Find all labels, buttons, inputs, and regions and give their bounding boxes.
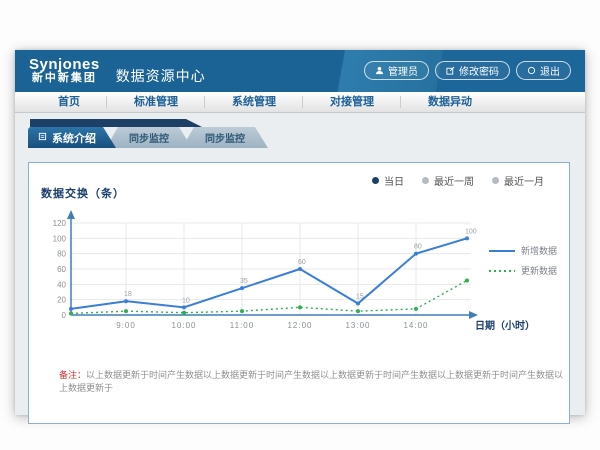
chart-container: 0 20 40 60 80 100 120 9:00 10:00 11:00 12:00 13:00 1… xyxy=(37,203,567,358)
nav-item-system[interactable]: 系统管理 xyxy=(205,92,303,112)
x-axis-title: 日期（小时） xyxy=(475,319,535,332)
radio-last-week[interactable]: 最近一周 xyxy=(422,173,474,188)
x-tick-label: 13:00 xyxy=(345,321,370,330)
y-axis-title: 数据交换（条） xyxy=(41,185,125,201)
data-point xyxy=(182,305,186,309)
y-tick-label: 100 xyxy=(53,234,67,243)
main-nav: 首页 标准管理 系统管理 对接管理 数据异动 xyxy=(15,92,585,113)
data-point xyxy=(240,286,244,290)
nav-item-integration[interactable]: 对接管理 xyxy=(303,92,401,112)
y-tick-label: 20 xyxy=(57,296,66,305)
app-window: Synjones 新中新集团 数据资源中心 管理员 修改密码 退出 xyxy=(15,50,585,415)
tab-sync-monitor-2[interactable]: 同步监控 xyxy=(182,127,268,148)
radio-today[interactable]: 当日 xyxy=(372,173,404,188)
radio-dot xyxy=(372,177,379,184)
footnote: 备注：以上数据更新于时间产生数据以上数据更新于时间产生数据以上数据更新于时间产生… xyxy=(59,368,569,394)
legend-label: 新增数据 xyxy=(521,245,557,256)
point-label: 10 xyxy=(182,297,190,304)
user-icon xyxy=(375,66,384,75)
x-tick-label: 10:00 xyxy=(171,321,196,330)
point-label: 100 xyxy=(465,228,477,235)
x-tick-label: 9:00 xyxy=(116,321,136,330)
point-label: 60 xyxy=(298,259,306,266)
point-label: 15 xyxy=(356,294,364,301)
admin-user-label: 管理员 xyxy=(388,63,418,78)
document-icon xyxy=(38,132,47,144)
logout-label: 退出 xyxy=(540,63,560,78)
nav-item-standards[interactable]: 标准管理 xyxy=(107,92,205,112)
radio-label: 最近一月 xyxy=(504,173,544,188)
data-point xyxy=(414,307,418,311)
x-axis-arrow xyxy=(469,311,478,319)
nav-item-home[interactable]: 首页 xyxy=(31,92,107,112)
data-point xyxy=(298,305,302,309)
tab-label: 同步监控 xyxy=(129,130,169,145)
tab-label: 系统介绍 xyxy=(52,130,96,146)
data-point xyxy=(414,252,418,256)
admin-user-button[interactable]: 管理员 xyxy=(364,61,429,80)
nav-item-data-changes[interactable]: 数据异动 xyxy=(401,92,499,112)
series-line-新增数据 xyxy=(71,238,467,309)
chart-panel: 当日 最近一周 最近一月 数据交换（条） 0 20 40 60 80 100 120 9:00… xyxy=(28,162,570,424)
radio-dot xyxy=(422,177,429,184)
data-point xyxy=(69,307,73,311)
logout-button[interactable]: 退出 xyxy=(516,61,571,80)
brand-logo-cn: 新中新集团 xyxy=(29,73,100,85)
data-point xyxy=(356,309,360,313)
data-point xyxy=(298,267,302,271)
point-label: 18 xyxy=(124,291,132,298)
data-point xyxy=(240,309,244,313)
tab-label: 同步监控 xyxy=(205,130,245,145)
data-point xyxy=(69,311,73,315)
line-chart: 0 20 40 60 80 100 120 9:00 10:00 11:00 12:00 13:00 1… xyxy=(37,203,567,353)
header-actions: 管理员 修改密码 退出 xyxy=(364,61,571,80)
change-password-button[interactable]: 修改密码 xyxy=(435,61,510,80)
radio-last-month[interactable]: 最近一月 xyxy=(492,173,544,188)
data-point xyxy=(465,279,469,283)
app-header: Synjones 新中新集团 数据资源中心 管理员 修改密码 退出 xyxy=(15,50,585,92)
page-title: 数据资源中心 xyxy=(116,66,206,86)
data-point xyxy=(356,302,360,306)
data-point xyxy=(465,236,469,240)
x-tick-label: 11:00 xyxy=(230,321,254,330)
brand-logo: Synjones 新中新集团 xyxy=(29,57,100,84)
y-axis-arrow xyxy=(67,210,75,219)
time-range-radio-group: 当日 最近一周 最近一月 xyxy=(372,173,544,188)
y-tick-label: 0 xyxy=(62,311,67,320)
legend-label: 更新数据 xyxy=(521,265,557,276)
tab-bar: 系统介绍 同步监控 同步监控 xyxy=(28,127,570,148)
edit-icon xyxy=(446,66,455,75)
content-area: 系统介绍 同步监控 同步监控 当日 最近一周 xyxy=(15,127,585,429)
y-tick-label: 120 xyxy=(53,219,67,228)
x-tick-label: 14:00 xyxy=(403,321,428,330)
point-label: 35 xyxy=(240,278,248,285)
tab-sync-monitor-1[interactable]: 同步监控 xyxy=(106,127,192,148)
footnote-text: 以上数据更新于时间产生数据以上数据更新于时间产生数据以上数据更新于时间产生数据以… xyxy=(59,370,563,393)
power-icon xyxy=(527,66,536,75)
data-point xyxy=(124,309,128,313)
data-point xyxy=(124,299,128,303)
radio-dot xyxy=(492,177,499,184)
point-label: 80 xyxy=(414,244,422,251)
change-password-label: 修改密码 xyxy=(459,63,499,78)
brand-logo-en: Synjones xyxy=(29,57,100,73)
tab-system-intro[interactable]: 系统介绍 xyxy=(28,127,116,148)
y-tick-label: 80 xyxy=(57,250,66,259)
y-tick-label: 60 xyxy=(57,265,66,274)
y-tick-label: 40 xyxy=(57,280,66,289)
radio-label: 最近一周 xyxy=(434,173,474,188)
radio-label: 当日 xyxy=(384,173,404,188)
data-point xyxy=(182,311,186,315)
footnote-prefix: 备注： xyxy=(59,370,86,380)
x-tick-label: 12:00 xyxy=(287,321,312,330)
tab-ribbon-decor xyxy=(30,119,202,127)
